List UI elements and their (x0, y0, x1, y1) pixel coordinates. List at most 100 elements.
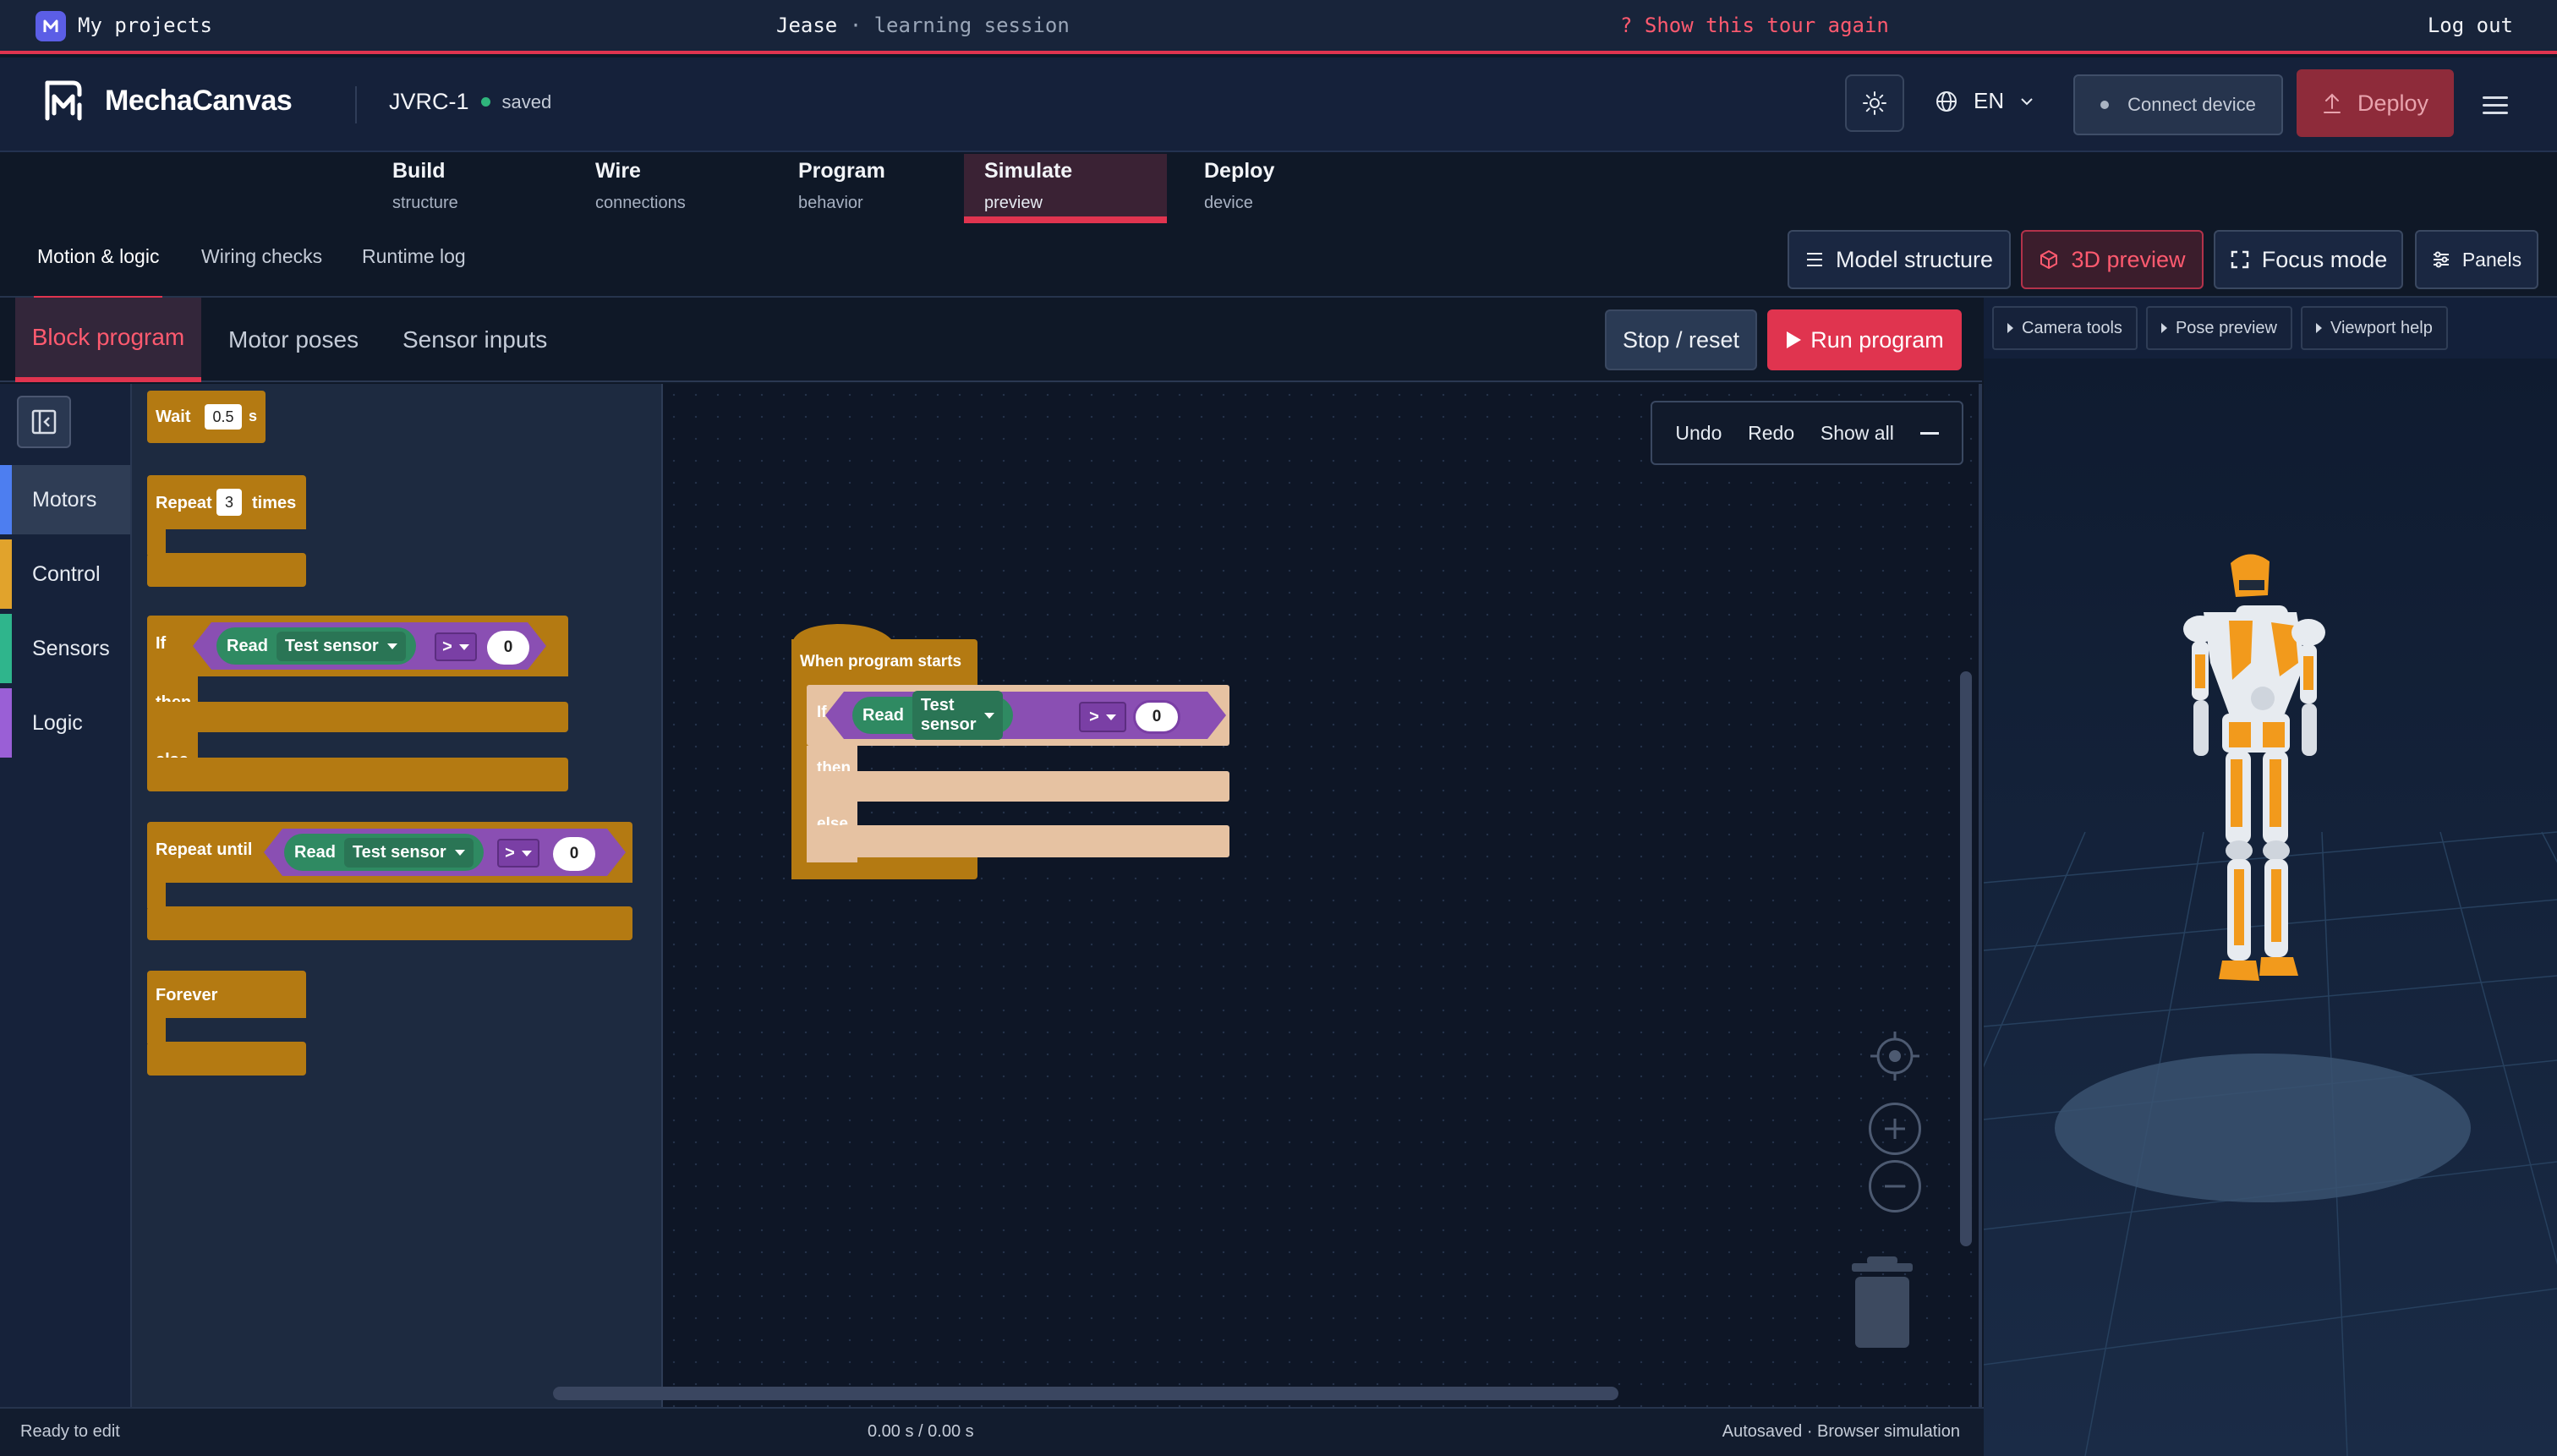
tab-sensor-inputs[interactable]: Sensor inputs (402, 298, 547, 382)
operator-dropdown[interactable]: > (497, 839, 539, 868)
camera-tools-label: Camera tools (2022, 318, 2122, 337)
stage-tab-deploy[interactable]: Deploy device (1184, 154, 1387, 223)
block-flyout: Wait 0.5 s Repeat 3 times If Read Test s… (132, 384, 663, 1407)
wait-block[interactable]: Wait 0.5 s (147, 391, 266, 443)
hat-label: When program starts (800, 653, 962, 671)
language-selector[interactable]: EN (1935, 88, 2034, 114)
if-label: If (156, 634, 167, 653)
expand-icon (2231, 250, 2248, 269)
stage-tab-wire[interactable]: Wire connections (575, 154, 778, 223)
read-sensor-block[interactable]: Read Test sensor (852, 691, 1014, 740)
brand-logo-icon (45, 80, 82, 121)
deploy-button[interactable]: Deploy (2297, 69, 2454, 137)
brand[interactable]: MechaCanvas (39, 76, 293, 125)
dropdown-arrow-icon (386, 643, 397, 649)
stage-tab-program[interactable]: Program behavior (778, 154, 981, 223)
3d-preview-button[interactable]: 3D preview (2021, 230, 2204, 289)
zoom-in-button[interactable] (1869, 1103, 1921, 1155)
simulation-time: 0.00 s / 0.00 s (868, 1422, 974, 1441)
panels-label: Panels (2461, 248, 2522, 271)
menu-icon[interactable] (2483, 88, 2508, 122)
pose-preview-toggle[interactable]: Pose preview (2145, 306, 2292, 350)
run-program-label: Run program (1810, 326, 1944, 353)
wait-seconds-input[interactable]: 0.5 (205, 404, 242, 430)
sensor-dropdown[interactable]: Test sensor (912, 691, 1004, 740)
workspace-horizontal-scrollbar[interactable] (553, 1387, 1618, 1400)
compare-value-input[interactable]: 0 (1133, 700, 1180, 734)
caret-right-icon (2007, 323, 2013, 333)
theme-toggle-button[interactable] (1845, 74, 1904, 132)
sensor-dropdown[interactable]: Test sensor (276, 631, 406, 661)
redo-button[interactable]: Redo (1748, 422, 1794, 445)
stage-tab-simulate[interactable]: Simulate preview (964, 154, 1167, 223)
minimize-icon[interactable] (1919, 431, 1939, 435)
minus-icon (1885, 1185, 1905, 1188)
stage-tab-build[interactable]: Build structure (372, 154, 575, 223)
read-sensor-block[interactable]: Read Test sensor (216, 627, 416, 665)
operator-dropdown[interactable]: > (1079, 702, 1126, 732)
sun-icon (1863, 91, 1886, 115)
collapse-toolbox-button[interactable] (17, 396, 71, 448)
recenter-button[interactable] (1869, 1030, 1921, 1082)
category-color-bar (0, 465, 12, 534)
focus-mode-label: Focus mode (2261, 246, 2388, 272)
app-header: MechaCanvas JVRC-1 saved EN Connect devi… (0, 57, 2557, 152)
compare-value-input[interactable]: 0 (553, 837, 595, 871)
my-projects-link[interactable]: My projects (78, 14, 212, 37)
zoom-out-button[interactable] (1869, 1160, 1921, 1212)
3d-viewport[interactable]: Camera tools Pose preview Viewport help (1984, 298, 2557, 1456)
category-control[interactable]: Control (0, 539, 130, 609)
stage-tabs: Build structure Wire connections Program… (0, 154, 2557, 223)
read-sensor-block[interactable]: Read Test sensor (284, 834, 484, 871)
pose-preview-label: Pose preview (2175, 318, 2277, 337)
status-bar: Ready to edit 0.00 s / 0.00 s Autosaved … (0, 1407, 1984, 1456)
viewport-help-toggle[interactable]: Viewport help (2301, 306, 2448, 350)
show-all-button[interactable]: Show all (1821, 422, 1894, 445)
category-label: Sensors (32, 636, 110, 660)
focus-mode-button[interactable]: Focus mode (2214, 230, 2403, 289)
connect-device-button[interactable]: Connect device (2073, 74, 2283, 135)
block-workspace[interactable]: Undo Redo Show all When program starts I… (553, 384, 1982, 1407)
category-motors[interactable]: Motors (0, 465, 130, 534)
tab-wiring-checks[interactable]: Wiring checks (201, 245, 322, 268)
category-logic[interactable]: Logic (0, 688, 130, 758)
tab-motor-poses[interactable]: Motor poses (228, 298, 359, 382)
category-sensors[interactable]: Sensors (0, 614, 130, 683)
category-color-bar (0, 614, 12, 683)
repeat-block[interactable]: Repeat 3 times (147, 475, 306, 529)
operator-label: > (442, 637, 452, 656)
user-name: Jease (776, 14, 838, 37)
viewport-help-label: Viewport help (2330, 318, 2433, 337)
repeat-count-input[interactable]: 3 (216, 489, 242, 516)
panels-button[interactable]: Panels (2415, 230, 2538, 289)
show-tour-link[interactable]: ? Show this tour again (1620, 14, 1889, 37)
dropdown-arrow-icon (521, 850, 532, 857)
project-name: JVRC-1 (389, 89, 469, 114)
workspace-vertical-scrollbar[interactable] (1960, 671, 1972, 1246)
logout-link[interactable]: Log out (2428, 14, 2513, 37)
stop-reset-button[interactable]: Stop / reset (1605, 309, 1757, 370)
sensor-dropdown[interactable]: Test sensor (343, 837, 474, 868)
sensor-name: Test sensor (284, 636, 379, 655)
tab-runtime-log[interactable]: Runtime log (362, 245, 466, 268)
run-program-button[interactable]: Run program (1767, 309, 1962, 370)
camera-tools-toggle[interactable]: Camera tools (1992, 306, 2138, 350)
forever-block[interactable]: Forever (147, 971, 306, 1018)
stage-title: Simulate (984, 159, 1073, 183)
when-program-starts-block[interactable]: When program starts (791, 639, 977, 685)
tab-motion-logic[interactable]: Motion & logic (33, 245, 163, 299)
dropdown-arrow-icon (454, 849, 465, 856)
if-else-foot (807, 825, 1229, 857)
operator-dropdown[interactable]: > (435, 632, 477, 661)
model-structure-button[interactable]: Model structure (1788, 230, 2011, 289)
if-else-divider (807, 771, 1229, 802)
robot-scene[interactable] (1984, 359, 2557, 1456)
trash-icon[interactable] (1850, 1255, 1914, 1349)
repeat-unit: times (252, 494, 297, 512)
undo-button[interactable]: Undo (1675, 422, 1722, 445)
deploy-label: Deploy (2357, 90, 2429, 116)
tab-block-program[interactable]: Block program (15, 298, 201, 382)
dropdown-arrow-icon (458, 643, 469, 650)
chevron-down-icon (2021, 97, 2033, 105)
compare-value-input[interactable]: 0 (487, 631, 529, 665)
